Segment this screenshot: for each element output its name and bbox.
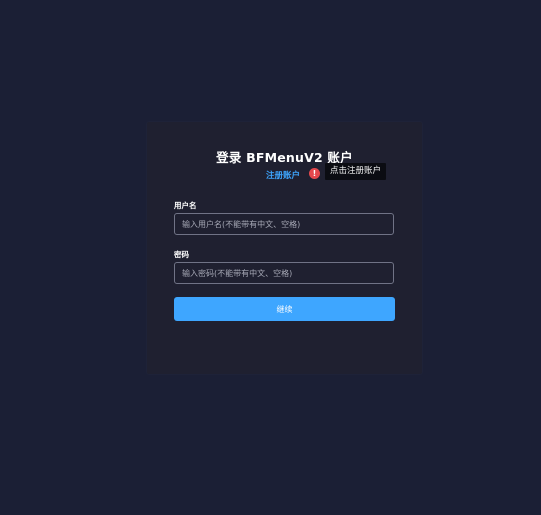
password-input[interactable] — [174, 262, 394, 284]
username-label: 用户名 — [174, 201, 197, 210]
page-background: 登录 BFMenuV2 账户 注册账户 ! 点击注册账户 用户名 密码 继续 — [0, 0, 541, 515]
username-input[interactable] — [174, 213, 394, 235]
exclamation-circle-icon: ! — [309, 168, 320, 179]
login-card: 登录 BFMenuV2 账户 注册账户 ! 点击注册账户 用户名 密码 继续 — [147, 122, 422, 374]
password-label: 密码 — [174, 250, 189, 259]
register-row: 注册账户 ! 点击注册账户 — [147, 163, 422, 186]
register-account-link[interactable]: 注册账户 — [266, 169, 300, 181]
continue-button[interactable]: 继续 — [174, 297, 395, 321]
register-tooltip: 点击注册账户 — [325, 163, 387, 180]
